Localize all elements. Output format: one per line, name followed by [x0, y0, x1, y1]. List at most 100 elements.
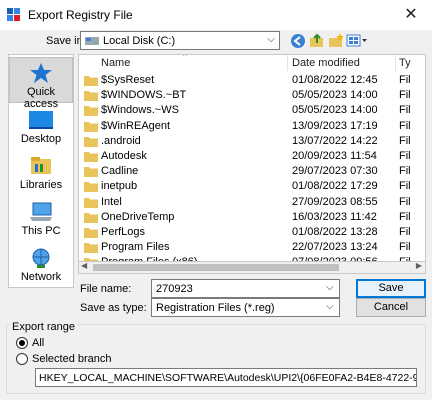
place-network[interactable]: Network	[9, 243, 73, 289]
view-menu-button[interactable]	[346, 32, 368, 50]
back-arrow-icon	[291, 34, 305, 48]
file-name: $WINDOWS.~BT	[101, 89, 187, 102]
window-title: Export Registry File	[28, 8, 133, 22]
file-type: Fil	[399, 74, 411, 86]
scrollbar-thumb[interactable]	[93, 264, 339, 271]
file-name: inetpub	[101, 180, 138, 193]
file-type: Fil	[399, 104, 411, 117]
folder-icon	[84, 121, 98, 132]
new-folder-icon	[329, 33, 344, 47]
file-name: Intel	[101, 195, 122, 208]
folder-icon	[84, 197, 98, 208]
folder-icon	[84, 106, 98, 117]
file-type: Fil	[399, 119, 411, 132]
column-divider[interactable]	[287, 55, 288, 71]
list-item[interactable]: Program Files 22/07/2023 13:24 Fil	[79, 240, 425, 255]
save-as-type-dropdown[interactable]: Registration Files (*.reg)	[151, 298, 340, 317]
horizontal-scrollbar[interactable]: ◀ ▶	[78, 261, 426, 274]
back-button[interactable]	[289, 32, 307, 50]
save-in-dropdown[interactable]: Local Disk (C:) ⌵	[80, 31, 280, 50]
list-item[interactable]: .android 13/07/2022 14:22 Fil	[79, 134, 425, 149]
column-header-date-modified[interactable]: Date modified	[292, 55, 360, 71]
place-label: Libraries	[19, 179, 63, 191]
registry-icon	[7, 8, 20, 21]
place-desktop[interactable]: Desktop	[9, 105, 73, 151]
file-name: Cadline	[101, 165, 139, 178]
local-disk-icon	[85, 37, 99, 45]
list-item[interactable]: Cadline 29/07/2023 07:30 Fil	[79, 164, 425, 179]
file-date-modified: 16/03/2023 11:42	[292, 210, 377, 223]
scroll-right-icon[interactable]: ▶	[416, 261, 422, 270]
up-folder-icon	[310, 33, 323, 47]
place-this-pc[interactable]: This PC	[9, 197, 73, 243]
file-date-modified: 01/08/2022 17:29	[292, 180, 378, 193]
file-date-modified: 22/07/2023 13:24	[292, 241, 378, 254]
scroll-left-icon[interactable]: ◀	[81, 261, 87, 270]
file-date-modified: 27/09/2023 08:55	[292, 195, 378, 208]
file-name: PerfLogs	[101, 226, 146, 238]
file-date-modified: 13/07/2022 14:22	[292, 134, 378, 147]
chevron-down-icon[interactable]: ⌵	[326, 282, 334, 293]
list-item[interactable]: Program Files (x86)07/08/2023 09:56Fil	[79, 255, 425, 261]
file-type: Fil	[399, 195, 411, 208]
folder-icon	[84, 152, 98, 162]
list-item[interactable]: $WinREAgent 13/09/2023 17:19 Fil	[79, 119, 425, 134]
file-date-modified: 01/08/2022 13:28	[292, 226, 378, 238]
close-icon: ✕	[404, 6, 418, 23]
save-as-type-value: Registration Files (*.reg)	[156, 302, 275, 314]
title-bar: Export Registry File ✕	[0, 0, 432, 30]
folder-icon	[84, 243, 98, 254]
place-libraries[interactable]: Libraries	[9, 151, 73, 197]
file-list[interactable]: ⌃ Name Date modified Ty $SysReset 01/08/2…	[78, 54, 426, 262]
file-type: Fil	[399, 180, 411, 193]
view-menu-icon	[346, 34, 367, 47]
save-button[interactable]: Save	[356, 279, 426, 298]
place-quick-access[interactable]: Quick access	[9, 57, 73, 110]
file-type: Fil	[399, 150, 411, 162]
place-label: Network	[20, 271, 62, 283]
file-name: $SysReset	[101, 74, 155, 86]
file-type: Fil	[399, 89, 411, 102]
file-name-label: File name:	[80, 283, 132, 295]
chevron-down-icon: ⌵	[326, 301, 334, 312]
file-name: .android	[101, 134, 141, 147]
file-name: OneDriveTemp	[101, 210, 175, 223]
cancel-button[interactable]: Cancel	[356, 298, 426, 317]
column-header-name[interactable]: Name	[101, 55, 130, 71]
file-type: Fil	[399, 210, 411, 223]
file-date-modified: 20/09/2023 11:54	[292, 150, 377, 162]
radio-button[interactable]	[16, 353, 28, 365]
column-divider[interactable]	[395, 55, 396, 71]
file-date-modified: 13/09/2023 17:19	[292, 119, 378, 132]
places-bar: Quick access Desktop Libraries This PC N…	[8, 54, 74, 288]
place-label: This PC	[21, 225, 61, 237]
up-folder-button[interactable]	[308, 32, 326, 50]
list-item[interactable]: OneDriveTemp 16/03/2023 11:42 Fil	[79, 210, 425, 225]
file-date-modified: 01/08/2022 12:45	[292, 74, 378, 86]
list-item[interactable]: $Windows.~WS 05/05/2023 14:00 Fil	[79, 103, 425, 118]
new-folder-button[interactable]	[327, 32, 345, 50]
selected-branch-field[interactable]: HKEY_LOCAL_MACHINE\SOFTWARE\Autodesk\UPI…	[35, 368, 417, 387]
close-button[interactable]: ✕	[396, 3, 426, 27]
list-item[interactable]: $WINDOWS.~BT 05/05/2023 14:00 Fil	[79, 88, 425, 103]
file-type: Fil	[399, 165, 411, 178]
list-item[interactable]: $SysReset 01/08/2022 12:45 Fil	[79, 73, 425, 88]
list-item[interactable]: inetpub 01/08/2022 17:29 Fil	[79, 179, 425, 194]
folder-icon	[84, 182, 98, 193]
quick-access-icon	[30, 63, 52, 83]
file-name: Program Files	[101, 241, 170, 254]
chevron-down-icon: ⌵	[267, 34, 275, 45]
folder-icon	[84, 228, 98, 238]
list-item[interactable]: PerfLogs 01/08/2022 13:28 Fil	[79, 225, 425, 240]
folder-icon	[84, 76, 98, 86]
file-name-input[interactable]	[151, 279, 340, 298]
column-header-type[interactable]: Ty	[399, 55, 411, 71]
radio-button-selected[interactable]	[16, 337, 28, 349]
list-item[interactable]: Intel 27/09/2023 08:55 Fil	[79, 195, 425, 210]
folder-icon	[84, 212, 98, 223]
folder-icon	[84, 167, 98, 178]
file-type: Fil	[399, 241, 411, 254]
radio-selected-branch-label: Selected branch	[32, 353, 112, 365]
list-item[interactable]: Autodesk 20/09/2023 11:54 Fil	[79, 149, 425, 164]
libraries-icon	[31, 157, 51, 174]
